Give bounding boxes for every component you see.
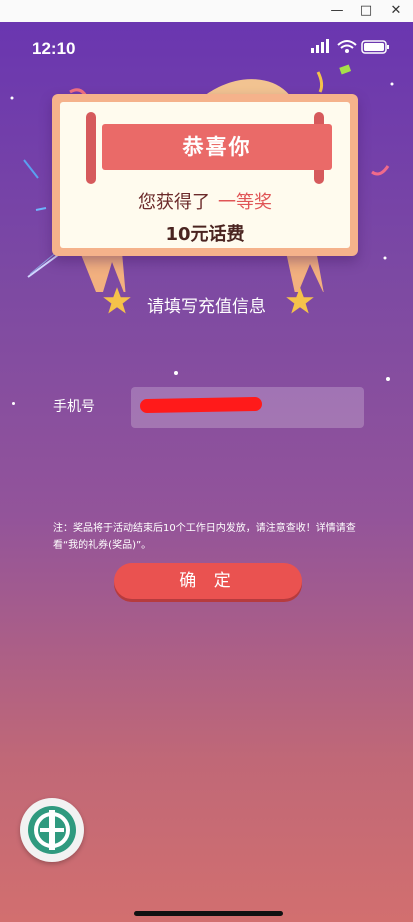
wifi-icon: [337, 40, 357, 49]
bank-logo-icon[interactable]: [20, 798, 84, 862]
phone-screen: 12:10 恭喜你 您获得了 一等奖 10元话费 请填写充值信息 手机号 注：奖…: [0, 22, 413, 922]
prize-won-line: 您获得了 一等奖: [60, 188, 350, 214]
prize-note: 注：奖品将于活动结束后10个工作日内发放，请注意查收！详情请查看“我的礼券(奖品…: [53, 523, 356, 551]
prize-card-inner: 恭喜你 您获得了 一等奖 10元话费: [60, 102, 350, 248]
sparkle-dot: [12, 402, 15, 405]
status-icons: [311, 39, 389, 54]
close-button[interactable]: ✕: [387, 2, 405, 20]
window-title-bar: — □ ✕: [0, 0, 413, 23]
star-icon: [286, 287, 314, 314]
prize-level: 一等奖: [218, 192, 272, 213]
won-prefix: 您获得了: [138, 192, 210, 213]
prize-card: 恭喜你 您获得了 一等奖 10元话费: [52, 94, 358, 256]
congrats-banner: 恭喜你: [102, 124, 332, 170]
prize-detail: 10元话费: [165, 224, 245, 245]
status-time: 12:10: [32, 39, 76, 58]
phone-label: 手机号: [53, 399, 95, 415]
maximize-button[interactable]: □: [357, 2, 375, 20]
battery-icon: [361, 40, 389, 54]
home-indicator[interactable]: [134, 911, 283, 916]
sparkle-dot: [174, 371, 178, 375]
signal-icon: [311, 39, 329, 53]
redaction-mark: [139, 396, 263, 414]
form-subtitle: 请填写充值信息: [147, 297, 266, 317]
confirm-button[interactable]: 确 定: [114, 563, 302, 599]
scroll-rod-left: [86, 112, 96, 184]
sparkle-dot: [386, 377, 390, 381]
minimize-button[interactable]: —: [328, 2, 346, 20]
